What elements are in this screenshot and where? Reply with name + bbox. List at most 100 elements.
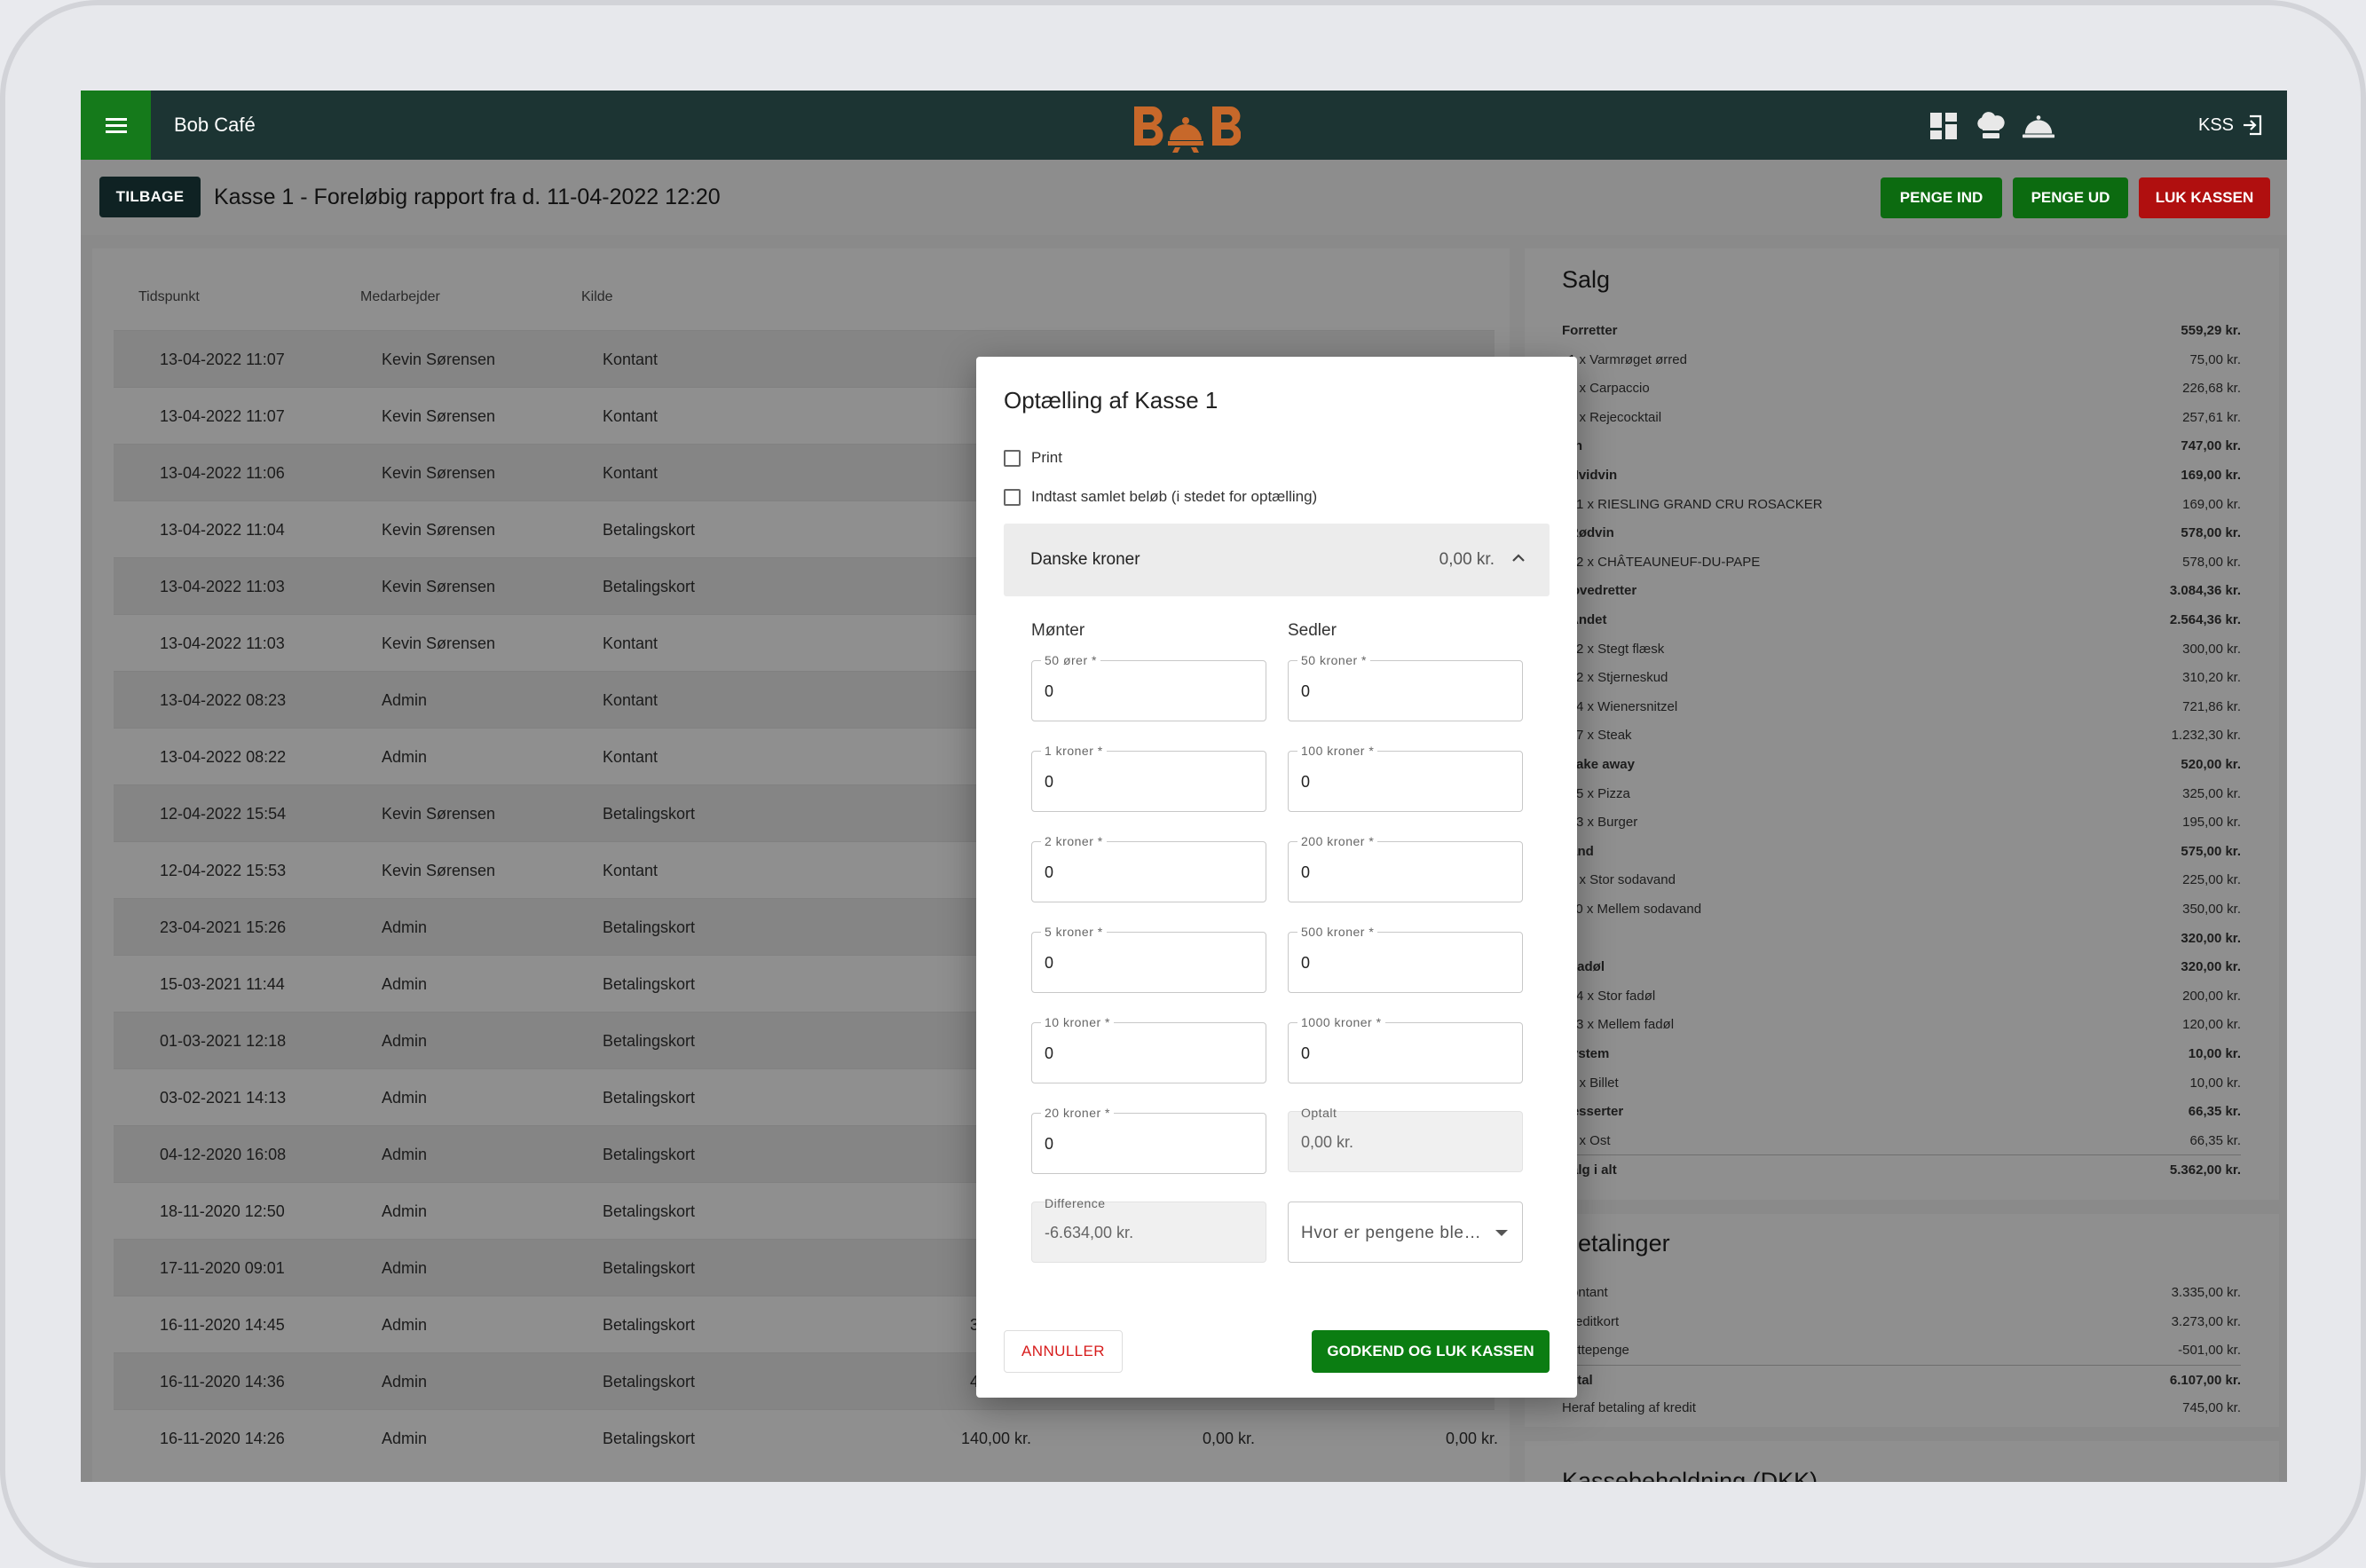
- coin-input-1[interactable]: 1 kroner * 0: [1031, 744, 1266, 812]
- cell-tidspunkt: 03-02-2021 14:13: [160, 1089, 287, 1107]
- salg-line-value: 350,00 kr.: [2182, 902, 2241, 917]
- top-bar: Bob Café KSS: [81, 91, 2287, 160]
- cell-medarbejder: Kevin Sørensen: [382, 634, 496, 652]
- coin-value: 0: [1045, 954, 1054, 972]
- cell-tidspunkt: 13-04-2022 11:07: [160, 407, 285, 425]
- betalinger-line-value: 3.273,00 kr.: [2171, 1313, 2241, 1329]
- cell-amount-2: 0,00 kr.: [1202, 1430, 1255, 1447]
- column-header-kilde[interactable]: Kilde: [581, 289, 613, 305]
- salg-line-label: 3 x Carpaccio: [1568, 381, 1650, 397]
- salg-line: Rødvin 578,00 kr.: [1562, 518, 2241, 547]
- cell-amount-3: 0,00 kr.: [1445, 1430, 1498, 1447]
- approve-close-button[interactable]: GODKEND OG LUK KASSEN: [1312, 1330, 1550, 1373]
- cell-tidspunkt: 18-11-2020 12:50: [160, 1202, 285, 1220]
- cell-medarbejder: Admin: [382, 1032, 428, 1050]
- total-amount-checkbox[interactable]: Indtast samlet beløb (i stedet for optæl…: [1004, 486, 1317, 508]
- chevron-up-icon: [1512, 554, 1525, 562]
- coin-value: 0: [1045, 863, 1054, 881]
- cell-medarbejder: Kevin Sørensen: [382, 407, 496, 425]
- salg-line-value: 3.084,36 kr.: [2169, 583, 2241, 599]
- salg-line: Andet 2.564,36 kr.: [1562, 605, 2241, 634]
- salg-line-value: 120,00 kr.: [2182, 1017, 2241, 1033]
- cell-kilde: Kontant: [603, 748, 659, 766]
- column-header-medarbejder[interactable]: Medarbejder: [360, 289, 440, 305]
- cell-kilde: Betalingskort: [603, 1316, 696, 1334]
- salg-line-label: 7 x Steak: [1576, 728, 1632, 744]
- salg-line-value: 10,00 kr.: [2188, 1046, 2241, 1061]
- betalinger-line-value: -501,00 kr.: [2178, 1343, 2241, 1359]
- note-value: 0: [1301, 954, 1311, 972]
- cell-medarbejder: Admin: [382, 1259, 428, 1277]
- salg-line-value: 325,00 kr.: [2182, 785, 2241, 801]
- note-input-3[interactable]: 500 kroner * 0: [1288, 925, 1523, 993]
- coin-value: 0: [1045, 1135, 1054, 1153]
- penge-ud-button[interactable]: PENGE UD: [2013, 177, 2128, 218]
- cell-tidspunkt: 13-04-2022 08:23: [160, 691, 287, 709]
- cell-medarbejder: Kevin Sørensen: [382, 805, 496, 823]
- where-money-select[interactable]: Hvor er pengene ble…: [1288, 1202, 1523, 1263]
- betalinger-total-row: Total 6.107,00 kr.: [1562, 1364, 2241, 1393]
- cloche-icon[interactable]: [2022, 110, 2055, 142]
- cell-kilde: Betalingskort: [603, 1089, 696, 1107]
- salg-line: 2 x Stegt flæsk 300,00 kr.: [1562, 634, 2241, 663]
- logout-icon[interactable]: [2241, 114, 2264, 137]
- luk-kassen-button[interactable]: LUK KASSEN: [2139, 177, 2270, 218]
- salg-line-value: 2.564,36 kr.: [2169, 612, 2241, 627]
- salg-line-value: 310,20 kr.: [2182, 670, 2241, 686]
- salg-line: Øl320,00 kr.: [1562, 924, 2241, 952]
- bob-logo: [1134, 106, 1241, 153]
- coin-value: 0: [1045, 773, 1054, 791]
- note-value: 0: [1301, 863, 1311, 881]
- salg-line-label: 3 x Mellem fadøl: [1576, 1017, 1675, 1033]
- total-amount-label: Indtast samlet beløb (i stedet for optæl…: [1031, 488, 1318, 505]
- salg-line: Hovedretter 3.084,36 kr.: [1562, 576, 2241, 604]
- cell-tidspunkt: 16-11-2020 14:26: [160, 1430, 285, 1447]
- salg-line: 4 x Wienersnitzel 721,86 kr.: [1562, 692, 2241, 721]
- salg-line-value: 520,00 kr.: [2181, 757, 2241, 772]
- back-button[interactable]: TILBAGE: [99, 177, 201, 217]
- note-input-0[interactable]: 50 kroner * 0: [1288, 653, 1523, 721]
- betalinger-line-value: 6.107,00 kr.: [2169, 1372, 2241, 1388]
- cell-medarbejder: Admin: [382, 1316, 428, 1334]
- salg-line-value: 300,00 kr.: [2182, 641, 2241, 657]
- chef-hat-icon[interactable]: [1974, 110, 2007, 142]
- coin-input-0[interactable]: 50 ører * 0: [1031, 653, 1266, 721]
- note-input-1[interactable]: 100 kroner * 0: [1288, 744, 1523, 812]
- salg-line: Vin747,00 kr.: [1562, 431, 2241, 460]
- note-input-2[interactable]: 200 kroner * 0: [1288, 834, 1523, 902]
- cell-medarbejder: Kevin Sørensen: [382, 578, 496, 595]
- salg-line-label: 4 x Stor fadøl: [1576, 988, 1656, 1004]
- dialog-title: Optælling af Kasse 1: [1004, 387, 1218, 414]
- cancel-button[interactable]: ANNULLER: [1004, 1330, 1123, 1373]
- cell-kilde: Kontant: [603, 691, 659, 709]
- coin-input-4[interactable]: 10 kroner * 0: [1031, 1015, 1266, 1083]
- menu-button[interactable]: [81, 91, 151, 160]
- cell-kilde: Kontant: [603, 634, 659, 652]
- print-checkbox[interactable]: Print: [1004, 447, 1062, 469]
- salg-line: Forretter 559,29 kr.: [1562, 316, 2241, 344]
- cell-kilde: Betalingskort: [603, 578, 696, 595]
- table-row[interactable]: 16-11-2020 14:26 Admin Betalingskort 140,00…: [114, 1409, 1498, 1466]
- penge-ind-button[interactable]: PENGE IND: [1881, 177, 2002, 218]
- dashboard-icon[interactable]: [1927, 110, 1960, 142]
- currency-accordion[interactable]: Danske kroner 0,00 kr.: [1004, 524, 1550, 596]
- salg-line: 2 x CHÂTEAUNEUF-DU-PAPE 578,00 kr.: [1562, 548, 2241, 576]
- salg-line-label: Forretter: [1562, 323, 1618, 338]
- salg-line-value: 257,61 kr.: [2182, 409, 2241, 425]
- salg-panel: Salg Forretter 559,29 kr. 1 x Varmrøget ør…: [1525, 248, 2279, 1200]
- salg-line-value: 195,00 kr.: [2182, 815, 2241, 831]
- cell-tidspunkt: 13-04-2022 11:04: [160, 521, 285, 539]
- salg-line: 5 x Stor sodavand 225,00 kr.: [1562, 865, 2241, 894]
- coin-input-3[interactable]: 5 kroner * 0: [1031, 925, 1266, 993]
- coin-input-2[interactable]: 2 kroner * 0: [1031, 834, 1266, 902]
- cell-kilde: Betalingskort: [603, 1146, 696, 1163]
- where-money-placeholder: Hvor er pengene ble…: [1301, 1224, 1482, 1242]
- salg-line-value: 747,00 kr.: [2181, 438, 2241, 454]
- print-label: Print: [1031, 449, 1062, 466]
- note-input-4[interactable]: 1000 kroner * 0: [1288, 1015, 1523, 1083]
- coin-input-5[interactable]: 20 kroner * 0: [1031, 1106, 1266, 1174]
- note-value: 0: [1301, 1044, 1311, 1062]
- column-header-tidspunkt[interactable]: Tidspunkt: [138, 289, 200, 305]
- betalinger-line-value: 3.335,00 kr.: [2171, 1285, 2241, 1300]
- cell-amount: 140,00 kr.: [960, 1430, 1031, 1447]
